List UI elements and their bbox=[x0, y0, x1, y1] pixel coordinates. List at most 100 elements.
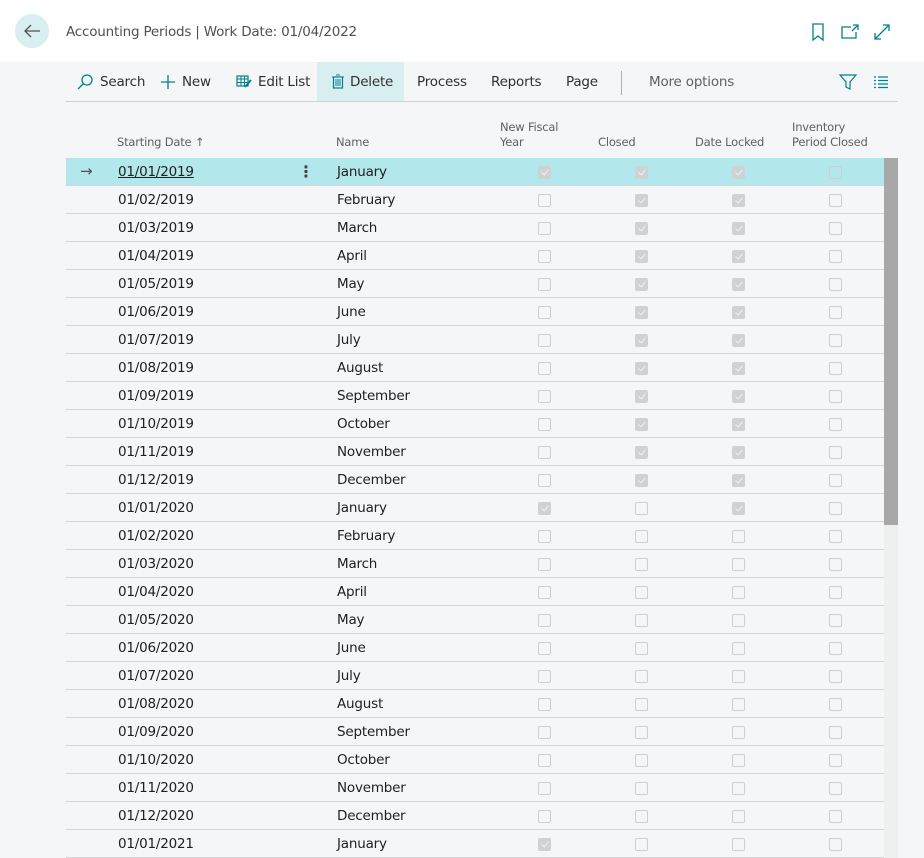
new-fiscal-year-checkbox[interactable] bbox=[538, 838, 551, 851]
closed-checkbox[interactable] bbox=[635, 810, 648, 823]
date-locked-checkbox[interactable] bbox=[732, 418, 745, 431]
starting-date-cell[interactable]: 01/10/2019 bbox=[118, 416, 194, 432]
closed-checkbox[interactable] bbox=[635, 838, 648, 851]
closed-checkbox[interactable] bbox=[635, 642, 648, 655]
date-locked-checkbox[interactable] bbox=[732, 194, 745, 207]
closed-checkbox[interactable] bbox=[635, 726, 648, 739]
name-cell[interactable]: October bbox=[337, 752, 390, 768]
name-cell[interactable]: June bbox=[337, 640, 366, 656]
closed-checkbox[interactable] bbox=[635, 530, 648, 543]
name-cell[interactable]: October bbox=[337, 416, 390, 432]
table-row[interactable]: → ⋮ 01/01/2019 January bbox=[66, 158, 884, 186]
table-row[interactable]: 01/10/2019 October bbox=[66, 410, 884, 438]
starting-date-cell[interactable]: 01/04/2020 bbox=[118, 584, 194, 600]
table-row[interactable]: 01/03/2020 March bbox=[66, 550, 884, 578]
name-cell[interactable]: January bbox=[337, 836, 387, 852]
inventory-period-closed-checkbox[interactable] bbox=[829, 838, 842, 851]
date-locked-checkbox[interactable] bbox=[732, 306, 745, 319]
date-locked-checkbox[interactable] bbox=[732, 782, 745, 795]
table-row[interactable]: 01/05/2019 May bbox=[66, 270, 884, 298]
inventory-period-closed-checkbox[interactable] bbox=[829, 334, 842, 347]
vertical-scrollbar-thumb[interactable] bbox=[884, 158, 898, 525]
inventory-period-closed-checkbox[interactable] bbox=[829, 390, 842, 403]
name-cell[interactable]: November bbox=[337, 780, 406, 796]
date-locked-checkbox[interactable] bbox=[732, 642, 745, 655]
date-locked-checkbox[interactable] bbox=[732, 838, 745, 851]
date-locked-checkbox[interactable] bbox=[732, 698, 745, 711]
starting-date-cell[interactable]: 01/02/2019 bbox=[118, 192, 194, 208]
starting-date-cell[interactable]: 01/12/2019 bbox=[118, 472, 194, 488]
new-fiscal-year-checkbox[interactable] bbox=[538, 222, 551, 235]
table-row[interactable]: 01/07/2020 July bbox=[66, 662, 884, 690]
starting-date-cell[interactable]: 01/12/2020 bbox=[118, 808, 194, 824]
name-cell[interactable]: March bbox=[337, 556, 377, 572]
new-fiscal-year-checkbox[interactable] bbox=[538, 810, 551, 823]
new-fiscal-year-checkbox[interactable] bbox=[538, 502, 551, 515]
new-fiscal-year-checkbox[interactable] bbox=[538, 642, 551, 655]
column-header-starting-date[interactable]: Starting Date ↑ bbox=[117, 135, 205, 150]
table-row[interactable]: 01/04/2020 April bbox=[66, 578, 884, 606]
new-fiscal-year-checkbox[interactable] bbox=[538, 446, 551, 459]
starting-date-cell[interactable]: 01/11/2019 bbox=[118, 444, 194, 460]
filter-button[interactable] bbox=[839, 62, 863, 101]
starting-date-cell[interactable]: 01/07/2020 bbox=[118, 668, 194, 684]
new-fiscal-year-checkbox[interactable] bbox=[538, 278, 551, 291]
closed-checkbox[interactable] bbox=[635, 194, 648, 207]
table-row[interactable]: 01/01/2021 January bbox=[66, 830, 884, 858]
edit-list-button[interactable]: Edit List bbox=[236, 62, 310, 101]
table-row[interactable]: 01/11/2020 November bbox=[66, 774, 884, 802]
table-row[interactable]: 01/09/2019 September bbox=[66, 382, 884, 410]
inventory-period-closed-checkbox[interactable] bbox=[829, 502, 842, 515]
name-cell[interactable]: January bbox=[337, 164, 387, 180]
list-view-button[interactable] bbox=[873, 62, 895, 101]
inventory-period-closed-checkbox[interactable] bbox=[829, 614, 842, 627]
name-cell[interactable]: March bbox=[337, 220, 377, 236]
starting-date-cell[interactable]: 01/01/2021 bbox=[118, 836, 194, 852]
table-row[interactable]: 01/08/2019 August bbox=[66, 354, 884, 382]
date-locked-checkbox[interactable] bbox=[732, 222, 745, 235]
new-button[interactable]: New bbox=[160, 62, 211, 101]
date-locked-checkbox[interactable] bbox=[732, 474, 745, 487]
starting-date-cell[interactable]: 01/03/2019 bbox=[118, 220, 194, 236]
name-cell[interactable]: September bbox=[337, 724, 410, 740]
starting-date-cell[interactable]: 01/03/2020 bbox=[118, 556, 194, 572]
new-fiscal-year-checkbox[interactable] bbox=[538, 390, 551, 403]
starting-date-cell[interactable]: 01/08/2020 bbox=[118, 696, 194, 712]
closed-checkbox[interactable] bbox=[635, 390, 648, 403]
inventory-period-closed-checkbox[interactable] bbox=[829, 782, 842, 795]
inventory-period-closed-checkbox[interactable] bbox=[829, 418, 842, 431]
closed-checkbox[interactable] bbox=[635, 614, 648, 627]
inventory-period-closed-checkbox[interactable] bbox=[829, 670, 842, 683]
column-header-new-fiscal-year[interactable]: New Fiscal Year bbox=[500, 120, 558, 150]
new-fiscal-year-checkbox[interactable] bbox=[538, 614, 551, 627]
table-row[interactable]: 01/12/2019 December bbox=[66, 466, 884, 494]
date-locked-checkbox[interactable] bbox=[732, 166, 745, 179]
new-fiscal-year-checkbox[interactable] bbox=[538, 670, 551, 683]
column-header-date-locked[interactable]: Date Locked bbox=[695, 135, 764, 150]
closed-checkbox[interactable] bbox=[635, 306, 648, 319]
closed-checkbox[interactable] bbox=[635, 754, 648, 767]
table-row[interactable]: 01/07/2019 July bbox=[66, 326, 884, 354]
date-locked-checkbox[interactable] bbox=[732, 278, 745, 291]
date-locked-checkbox[interactable] bbox=[732, 362, 745, 375]
name-cell[interactable]: December bbox=[337, 808, 406, 824]
inventory-period-closed-checkbox[interactable] bbox=[829, 530, 842, 543]
inventory-period-closed-checkbox[interactable] bbox=[829, 810, 842, 823]
inventory-period-closed-checkbox[interactable] bbox=[829, 362, 842, 375]
date-locked-checkbox[interactable] bbox=[732, 334, 745, 347]
name-cell[interactable]: May bbox=[337, 612, 365, 628]
starting-date-cell[interactable]: 01/08/2019 bbox=[118, 360, 194, 376]
table-row[interactable]: 01/08/2020 August bbox=[66, 690, 884, 718]
table-row[interactable]: 01/06/2019 June bbox=[66, 298, 884, 326]
open-new-window-button[interactable] bbox=[840, 22, 860, 42]
starting-date-cell[interactable]: 01/06/2020 bbox=[118, 640, 194, 656]
closed-checkbox[interactable] bbox=[635, 586, 648, 599]
closed-checkbox[interactable] bbox=[635, 250, 648, 263]
inventory-period-closed-checkbox[interactable] bbox=[829, 558, 842, 571]
starting-date-cell[interactable]: 01/01/2020 bbox=[118, 500, 194, 516]
inventory-period-closed-checkbox[interactable] bbox=[829, 194, 842, 207]
inventory-period-closed-checkbox[interactable] bbox=[829, 474, 842, 487]
starting-date-cell[interactable]: 01/10/2020 bbox=[118, 752, 194, 768]
table-row[interactable]: 01/06/2020 June bbox=[66, 634, 884, 662]
table-row[interactable]: 01/01/2020 January bbox=[66, 494, 884, 522]
